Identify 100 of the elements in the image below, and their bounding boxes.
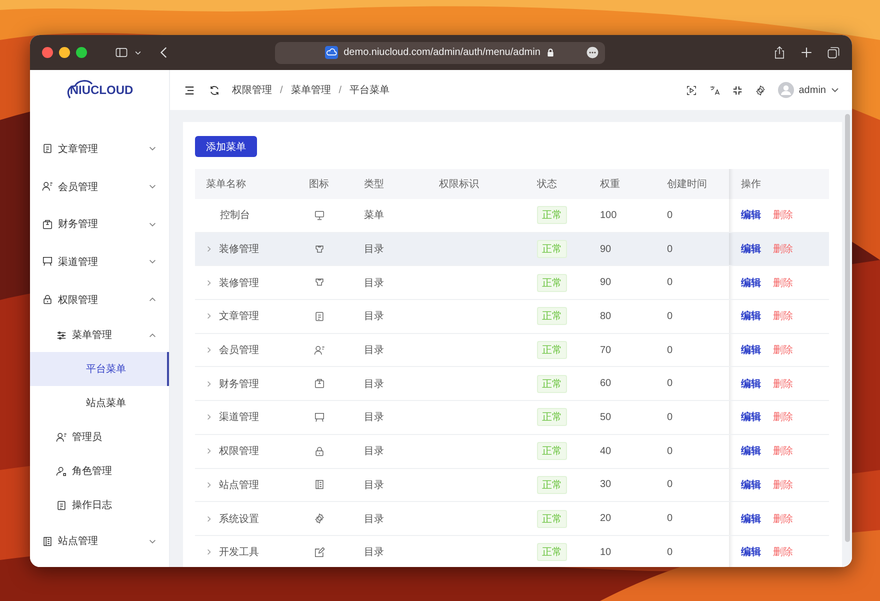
table-row[interactable]: 站点管理 目录 正常 30 0 编辑 删除 bbox=[195, 468, 829, 502]
menu-item[interactable]: 文章管理 bbox=[30, 130, 169, 168]
cloud-icon bbox=[324, 46, 338, 59]
status-tag: 正常 bbox=[537, 408, 567, 426]
expand-chevron-icon[interactable] bbox=[205, 447, 213, 456]
menu-name: 文章管理 bbox=[219, 310, 259, 324]
table-row[interactable]: 会员管理 目录 正常 70 0 编辑 删除 bbox=[195, 334, 829, 368]
expand-chevron-icon[interactable] bbox=[205, 278, 213, 287]
table-row[interactable]: 装修管理 目录 正常 90 0 编辑 删除 bbox=[195, 232, 829, 266]
address-bar[interactable]: demo.niucloud.com/admin/auth/menu/admin bbox=[275, 42, 605, 64]
status-tag: 正常 bbox=[537, 510, 567, 528]
column-header: 权限标识 bbox=[439, 178, 479, 191]
logo: NIUCLOUD bbox=[66, 83, 134, 97]
table-row[interactable]: 文章管理 目录 正常 80 0 编辑 删除 bbox=[195, 300, 829, 334]
created-time: 0 bbox=[667, 479, 673, 490]
expand-chevron-icon[interactable] bbox=[205, 548, 213, 556]
menu-item[interactable]: 操作日志 bbox=[30, 488, 169, 522]
edit-link[interactable]: 编辑 bbox=[741, 444, 761, 458]
menu-icon[interactable] bbox=[184, 84, 195, 96]
expand-chevron-icon[interactable] bbox=[205, 380, 213, 388]
expand-chevron-icon[interactable] bbox=[205, 480, 213, 489]
created-time: 0 bbox=[667, 546, 673, 558]
person-icon bbox=[314, 344, 325, 356]
weight-value: 10 bbox=[600, 546, 612, 558]
bag-icon bbox=[314, 378, 325, 390]
table-row[interactable]: 财务管理 目录 正常 60 0 编辑 删除 bbox=[195, 367, 829, 402]
breadcrumb-link[interactable]: 平台菜单 bbox=[350, 83, 390, 97]
edit-link[interactable]: 编辑 bbox=[741, 410, 761, 424]
lock-icon bbox=[314, 446, 325, 457]
add-menu-button[interactable]: 添加菜单 bbox=[195, 136, 257, 157]
status-tag: 正常 bbox=[537, 442, 567, 460]
menu-name: 渠道管理 bbox=[219, 410, 259, 424]
easel-icon bbox=[42, 256, 53, 268]
table-row[interactable]: 控制台 菜单 正常 100 0 编辑 删除 bbox=[195, 199, 829, 233]
menu-name: 装修管理 bbox=[219, 276, 259, 290]
edit-link[interactable]: 编辑 bbox=[741, 545, 761, 560]
preview-icon[interactable] bbox=[686, 84, 697, 96]
settings-icon[interactable] bbox=[754, 84, 766, 96]
expand-chevron-icon[interactable] bbox=[205, 413, 213, 422]
created-time: 0 bbox=[667, 244, 673, 255]
expand-chevron-icon[interactable] bbox=[205, 514, 213, 523]
type-text: 目录 bbox=[364, 344, 384, 358]
menu-name: 开发工具 bbox=[219, 546, 259, 560]
created-time: 0 bbox=[667, 277, 673, 288]
close-window-button[interactable] bbox=[42, 47, 53, 58]
type-text: 目录 bbox=[364, 546, 384, 560]
breadcrumb-link[interactable]: 权限管理 bbox=[232, 83, 272, 97]
tabs-icon[interactable] bbox=[827, 46, 840, 59]
type-text: 目录 bbox=[364, 411, 384, 424]
refresh-icon[interactable] bbox=[209, 84, 220, 96]
edit-link[interactable]: 编辑 bbox=[741, 276, 761, 290]
expand-chevron-icon[interactable] bbox=[205, 312, 213, 320]
weight-value: 70 bbox=[600, 344, 612, 356]
edit-link[interactable]: 编辑 bbox=[741, 512, 761, 526]
plus-icon[interactable] bbox=[800, 46, 813, 59]
status-tag: 正常 bbox=[537, 274, 567, 292]
table-row[interactable]: 渠道管理 目录 正常 50 0 编辑 删除 bbox=[195, 401, 829, 435]
menu-item[interactable]: 站点菜单 bbox=[30, 386, 169, 420]
url-text: demo.niucloud.com/admin/auth/menu/admin bbox=[344, 47, 540, 58]
type-text: 目录 bbox=[364, 445, 384, 458]
edit-link[interactable]: 编辑 bbox=[741, 343, 761, 358]
menu-item[interactable]: 站点管理 bbox=[30, 522, 169, 560]
breadcrumb-separator: / bbox=[338, 84, 342, 96]
zoom-window-button[interactable] bbox=[76, 47, 87, 58]
shirt-icon bbox=[314, 277, 325, 288]
menu-item[interactable]: 财务管理 bbox=[30, 205, 169, 244]
breadcrumb-separator: / bbox=[280, 84, 283, 96]
edit-link[interactable]: 编辑 bbox=[741, 208, 761, 222]
created-time: 0 bbox=[667, 378, 673, 390]
edit-link[interactable]: 编辑 bbox=[741, 376, 761, 391]
expand-chevron-icon[interactable] bbox=[205, 346, 213, 354]
sidebar-toggle-icon[interactable] bbox=[115, 46, 128, 59]
weight-value: 50 bbox=[600, 412, 612, 423]
easel-icon bbox=[314, 412, 325, 423]
fullscreen-icon[interactable] bbox=[732, 84, 743, 96]
edit-link[interactable]: 编辑 bbox=[741, 309, 761, 324]
share-icon[interactable] bbox=[773, 46, 786, 59]
edit-link[interactable]: 编辑 bbox=[741, 478, 761, 492]
translate-icon[interactable] bbox=[708, 84, 720, 96]
table-row[interactable]: 装修管理 目录 正常 90 0 编辑 删除 bbox=[195, 266, 829, 300]
table-row[interactable]: 系统设置 目录 正常 20 0 编辑 删除 bbox=[195, 502, 829, 536]
edit-link[interactable]: 编辑 bbox=[741, 242, 761, 256]
more-icon[interactable] bbox=[586, 46, 599, 59]
menu-item[interactable]: 平台菜单 bbox=[30, 352, 169, 386]
menu-item[interactable]: 会员管理 bbox=[30, 168, 169, 206]
type-text: 目录 bbox=[364, 243, 384, 256]
type-text: 目录 bbox=[364, 478, 384, 492]
menu-item[interactable]: 菜单管理 bbox=[30, 318, 169, 352]
user-name[interactable]: admin bbox=[798, 84, 826, 96]
menu-item[interactable]: 渠道管理 bbox=[30, 243, 169, 281]
minimize-window-button[interactable] bbox=[59, 47, 70, 58]
table-row[interactable]: 权限管理 目录 正常 40 0 编辑 删除 bbox=[195, 434, 829, 468]
scrollbar[interactable] bbox=[845, 114, 850, 542]
weight-value: 40 bbox=[600, 446, 612, 457]
breadcrumb-link[interactable]: 菜单管理 bbox=[290, 83, 331, 97]
menu-item[interactable]: 角色管理 bbox=[30, 454, 169, 488]
weight-value: 20 bbox=[600, 513, 612, 524]
menu-item[interactable]: 权限管理 bbox=[30, 280, 169, 318]
weight-value: 90 bbox=[600, 244, 612, 255]
menu-item[interactable]: 管理员 bbox=[30, 420, 169, 454]
